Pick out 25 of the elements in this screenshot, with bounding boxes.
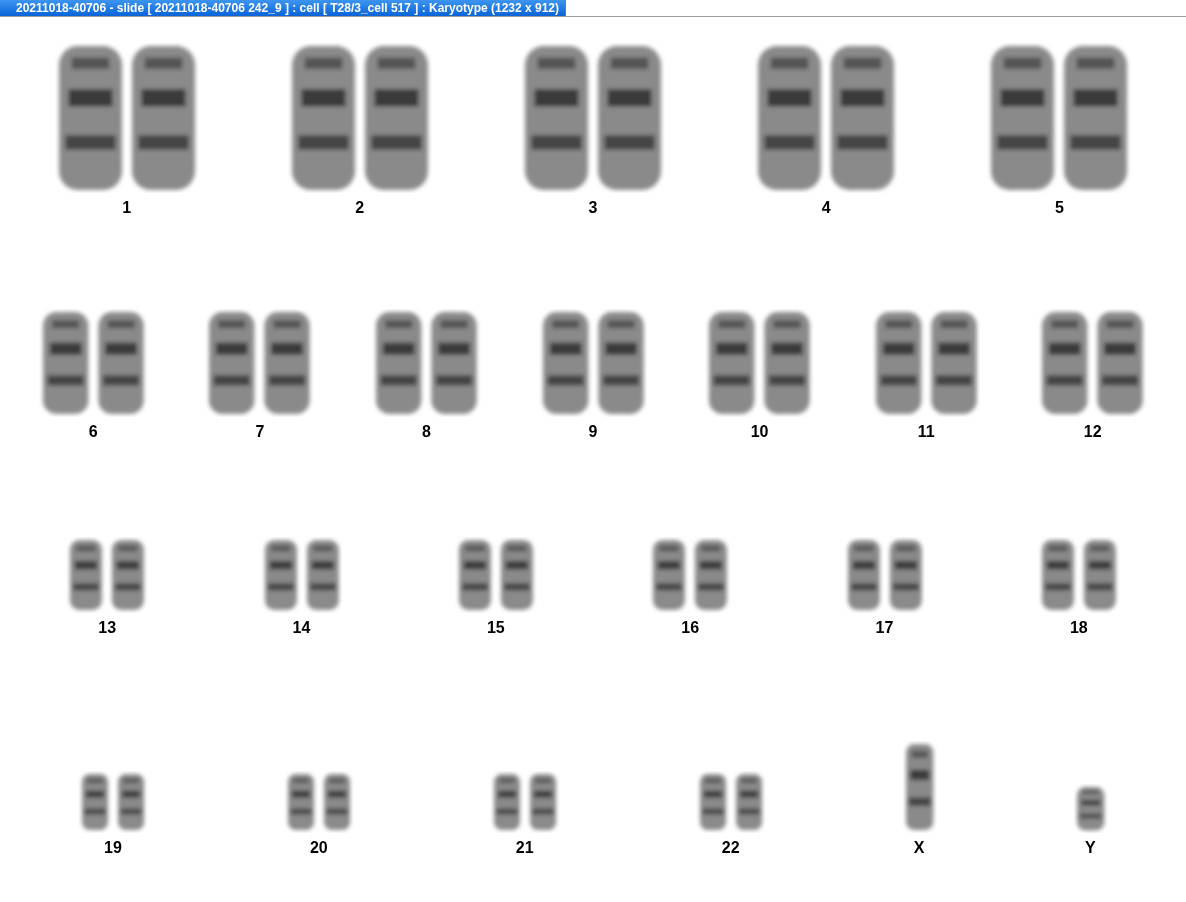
chromosome-label: 19 xyxy=(104,839,122,857)
chromosome-label: 16 xyxy=(681,619,700,637)
chromosome-label: 12 xyxy=(1083,423,1102,441)
chromosome-label: 11 xyxy=(917,423,935,441)
chromosome-label: 14 xyxy=(292,619,311,637)
chromosome-label: 5 xyxy=(1054,199,1064,217)
chromosome-label: 18 xyxy=(1069,619,1088,637)
chromosome-label: X xyxy=(913,839,925,857)
chromosome-label: 13 xyxy=(98,619,117,637)
window-title: 20211018-40706 - slide [ 20211018-40706 242_9 ] : cell [ T28/3_cell 517 ] : Karyotype (1232 x 912) xyxy=(0,0,567,16)
chromosome-label: 2 xyxy=(355,199,365,217)
chromosome-label: 4 xyxy=(821,199,831,217)
chromosome-label: 6 xyxy=(88,423,98,441)
chromosome-label: 1 xyxy=(122,199,132,217)
chromosome-label: 20 xyxy=(309,839,328,857)
chromosome-label: 8 xyxy=(421,423,431,441)
chromosome-label: 7 xyxy=(255,423,265,441)
chromosome-label: 3 xyxy=(588,199,598,217)
chromosome-label: 21 xyxy=(515,839,534,857)
chromosome-label: 9 xyxy=(588,423,598,441)
chromosome-label: 22 xyxy=(721,839,740,857)
chromosome-label: 10 xyxy=(750,423,769,441)
chromosome-label: 15 xyxy=(486,619,505,637)
chromosome-label: 17 xyxy=(875,619,894,637)
chromosome-label: Y xyxy=(1085,839,1096,857)
